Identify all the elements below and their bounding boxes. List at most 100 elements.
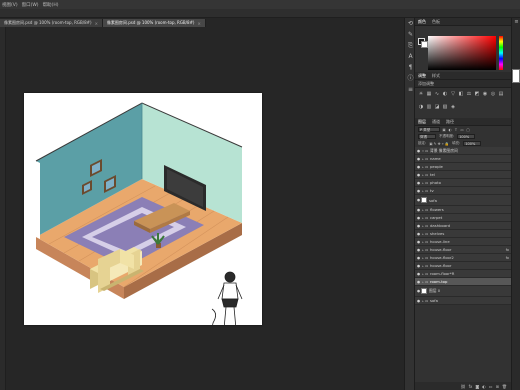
lock-icons[interactable]: ▣ ✎ ✥ ⌖ 🔒	[429, 142, 449, 146]
exposure-icon[interactable]: ◐	[442, 91, 448, 97]
lock-row: 锁定: ▣ ✎ ✥ ⌖ 🔒 填充: 100%	[415, 140, 511, 147]
mask-icon[interactable]: ◙	[475, 384, 479, 389]
photo-filter-icon[interactable]: ◉	[482, 91, 488, 97]
layer-row[interactable]: ● ▸ ▭ room-top	[415, 278, 511, 286]
layer-row[interactable]: ● ▸ ▭ shelves	[415, 230, 511, 238]
layer-name: photo	[430, 180, 441, 185]
document-canvas[interactable]	[24, 93, 262, 330]
document-tab-1[interactable]: 像素图房间.psd @ 100% (room-top, RGB/8#) ×	[0, 19, 103, 27]
adjustment-layer-icon[interactable]: ◐	[482, 384, 486, 389]
vibrance-icon[interactable]: ▽	[450, 91, 456, 97]
tab-styles[interactable]: 样式	[432, 73, 440, 79]
tab-color[interactable]: 颜色	[418, 19, 426, 25]
layer-fx-icon[interactable]: fx	[506, 248, 509, 252]
color-panel-tabs: 颜色 色板	[415, 18, 511, 26]
layer-row[interactable]: ● ▸ ▭ house-floor	[415, 262, 511, 270]
layer-row[interactable]: ● ▸ ▭ carpet	[415, 214, 511, 222]
layer-row[interactable]: ● 图层 0	[415, 286, 511, 297]
tab-layers[interactable]: 图层	[418, 119, 426, 125]
link-layers-icon[interactable]: ⛓	[461, 384, 466, 389]
gradient-map-icon[interactable]: ▧	[442, 104, 448, 110]
curves-icon[interactable]: ∿	[434, 91, 440, 97]
layer-row[interactable]: ● ▾ ▭ 背景 像素图房间	[415, 147, 511, 155]
trash-icon[interactable]: 🗑	[502, 384, 507, 389]
layer-list: ● ▾ ▭ 背景 像素图房间 ● ▸ ▭ name ● ▸ ▭ people ● ▸ ▭ tel ● ▸ ▭ phot…	[415, 147, 511, 305]
layer-row[interactable]: ● ▸ ▭ dashboard	[415, 222, 511, 230]
menu-help[interactable]: 帮助(H)	[43, 2, 59, 8]
lookup-icon[interactable]: ▤	[498, 91, 504, 97]
layers-footer: ⛓ fx ◙ ◐ ▭ ⊞ 🗑	[415, 382, 511, 390]
threshold-icon[interactable]: ◪	[434, 104, 440, 110]
blend-mode-select[interactable]: 穿透	[418, 134, 436, 139]
layer-name: house-floor2	[430, 255, 454, 260]
filter-smart-icon[interactable]: ▢	[466, 128, 470, 132]
layer-row[interactable]: ● ▸ ▭ flowers	[415, 206, 511, 214]
layer-row[interactable]: ● ▸ ▭ photo	[415, 179, 511, 187]
selective-color-icon[interactable]: ◈	[450, 104, 456, 110]
layer-filter-bar: P 类型 ▣ ◐ T ▭ ▢	[415, 126, 511, 133]
tab-paths[interactable]: 路径	[446, 119, 454, 125]
layer-row[interactable]: ● ▸ ▭ house-line	[415, 238, 511, 246]
layer-row[interactable]: ● ▸ ▭ house-floor2 fx	[415, 254, 511, 262]
opacity-input[interactable]: 100%	[457, 134, 476, 139]
color-picker-field[interactable]	[428, 36, 496, 70]
menu-view[interactable]: 视图(V)	[2, 2, 18, 8]
layer-name: name	[430, 156, 441, 161]
fill-label: 填充:	[452, 141, 461, 145]
new-layer-icon[interactable]: ⊞	[496, 384, 499, 389]
tab-channels[interactable]: 通道	[432, 119, 440, 125]
posterize-icon[interactable]: ▥	[426, 104, 432, 110]
panel-menu-icon[interactable]: ≡	[512, 18, 520, 27]
layer-name: 图层 0	[429, 288, 441, 293]
lock-label: 锁定:	[418, 141, 427, 145]
invert-icon[interactable]: ◑	[418, 104, 424, 110]
filter-adjust-icon[interactable]: ◐	[448, 128, 452, 132]
balance-icon[interactable]: ⚖	[466, 91, 472, 97]
color-panel	[415, 26, 511, 72]
brush-preview-thumb[interactable]	[512, 69, 520, 83]
filter-shape-icon[interactable]: ▭	[460, 128, 464, 132]
layer-name: sofa	[429, 197, 437, 203]
bw-icon[interactable]: ◩	[474, 91, 480, 97]
add-adjustment-label: 添加调整	[415, 80, 511, 88]
channel-mixer-icon[interactable]: ◎	[490, 91, 496, 97]
brightness-icon[interactable]: ☀	[418, 91, 424, 97]
layer-name: house-floor	[430, 247, 452, 252]
layer-filter-select[interactable]: P 类型	[418, 127, 440, 132]
tab-adjustments[interactable]: 调整	[418, 73, 426, 79]
new-group-icon[interactable]: ▭	[489, 384, 493, 389]
levels-icon[interactable]: ▦	[426, 91, 432, 97]
document-tab-2[interactable]: 像素图房间.psd @ 100% (room-top, RGB/8#) ×	[102, 19, 206, 27]
fill-input[interactable]: 100%	[463, 141, 482, 146]
hue-slider[interactable]	[499, 36, 503, 70]
layer-row[interactable]: ● ▸ ▭ sofa	[415, 297, 511, 305]
layer-name: shelves	[430, 231, 445, 236]
layer-name: 背景 像素图房间	[430, 147, 458, 153]
layer-name: house-floor	[430, 263, 452, 268]
layer-row[interactable]: ● sofa	[415, 195, 511, 206]
close-icon[interactable]: ×	[95, 21, 98, 26]
layer-name: carpet	[430, 215, 443, 220]
menu-window[interactable]: 窗口(W)	[22, 2, 39, 8]
adjustments-panel-tabs: 调整 样式	[415, 72, 511, 80]
far-right-strip: ≡	[511, 18, 520, 390]
collapsed-panel-strip: ⟲ ✎ ⎘ A ¶ ⓘ ≡	[404, 18, 415, 390]
background-color-swatch[interactable]	[421, 41, 428, 48]
layer-fx-icon[interactable]: fx	[506, 256, 509, 260]
layer-row[interactable]: ● ▸ ▭ house-floor fx	[415, 246, 511, 254]
tab-swatches[interactable]: 色板	[432, 19, 440, 25]
close-icon[interactable]: ×	[197, 21, 200, 26]
filter-pixel-icon[interactable]: ▣	[442, 128, 446, 132]
layer-name: tv	[430, 188, 434, 193]
layer-row[interactable]: ● ▸ ▭ tel	[415, 171, 511, 179]
layer-thumbnail	[421, 197, 427, 203]
canvas-workspace[interactable]	[6, 27, 404, 390]
layer-row[interactable]: ● ▸ ▭ people	[415, 163, 511, 171]
layer-row[interactable]: ● ▸ ▭ room-floor*R	[415, 270, 511, 278]
layer-name: tel	[430, 172, 435, 177]
layer-row[interactable]: ● ▸ ▭ tv	[415, 187, 511, 195]
fx-icon[interactable]: fx	[469, 384, 473, 389]
filter-text-icon[interactable]: T	[454, 128, 458, 132]
layer-row[interactable]: ● ▸ ▭ name	[415, 155, 511, 163]
hue-icon[interactable]: ◧	[458, 91, 464, 97]
